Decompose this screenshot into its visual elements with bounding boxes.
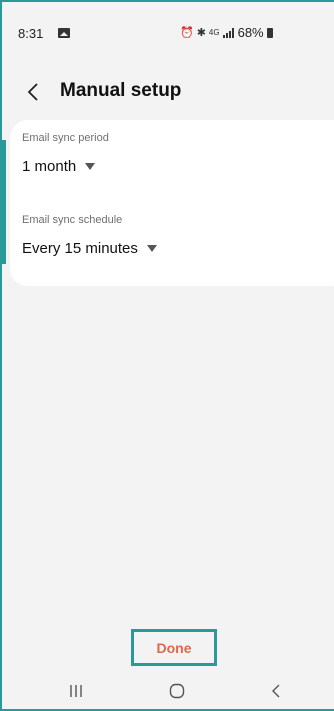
done-button[interactable]: Done: [131, 629, 217, 666]
back-icon: [272, 684, 280, 698]
card-accent-bar: [2, 140, 6, 264]
page-title: Manual setup: [60, 80, 182, 101]
battery-icon: [266, 27, 273, 38]
dropdown-arrow-icon: [146, 245, 157, 252]
volte-icon: 4G: [208, 28, 220, 37]
done-label: Done: [156, 639, 192, 656]
sync-period-setting[interactable]: Email sync period 1 month: [22, 132, 109, 175]
sync-settings-card: Email sync period 1 month Email sync sch…: [10, 120, 334, 286]
status-bar: 8:31 ⏰ ✱ 4G 68%: [2, 2, 334, 62]
recents-icon: [70, 685, 82, 697]
bluetooth-icon: ✱: [196, 27, 206, 39]
recents-button[interactable]: [56, 674, 96, 708]
sync-period-dropdown[interactable]: 1 month: [22, 158, 109, 175]
signal-icon: [222, 27, 235, 38]
app-header: Manual setup: [2, 62, 334, 120]
status-icons: ⏰ ✱ 4G 68%: [180, 25, 273, 40]
home-button[interactable]: [157, 674, 197, 708]
sync-schedule-setting[interactable]: Email sync schedule Every 15 minutes: [22, 214, 157, 257]
back-button[interactable]: [20, 79, 46, 105]
home-icon: [169, 683, 185, 699]
screen-frame: 8:31 ⏰ ✱ 4G 68% Manual setup Email sync …: [0, 0, 334, 711]
sync-schedule-value: Every 15 minutes: [22, 240, 138, 257]
back-chevron-icon: [27, 83, 38, 101]
navigation-bar: [2, 668, 334, 709]
sync-schedule-label: Email sync schedule: [22, 214, 123, 226]
sync-period-value: 1 month: [22, 158, 77, 175]
sync-schedule-dropdown[interactable]: Every 15 minutes: [22, 240, 157, 257]
alarm-icon: ⏰: [180, 27, 194, 39]
dropdown-arrow-icon: [85, 163, 96, 170]
battery-percent: 68%: [237, 25, 264, 40]
gallery-icon: [58, 28, 70, 38]
sync-period-label: Email sync period: [22, 132, 109, 144]
status-time: 8:31: [18, 26, 44, 41]
nav-back-button[interactable]: [256, 674, 296, 708]
